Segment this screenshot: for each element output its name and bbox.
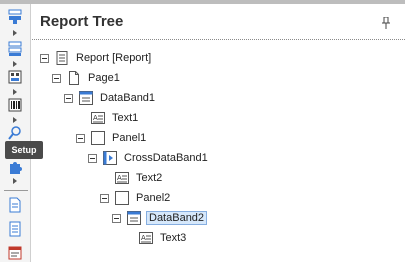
tree-node-databand2[interactable]: DataBand2 — [112, 210, 208, 226]
panel-title: Report Tree — [40, 13, 124, 30]
insert-bands-button[interactable] — [6, 8, 24, 26]
tree-node-label: DataBand2 — [146, 211, 208, 225]
report-checker-button[interactable] — [6, 244, 24, 262]
text-component-icon: A — [91, 112, 105, 124]
crossdataband-icon — [103, 151, 117, 165]
tree-node-label: Text2 — [136, 172, 163, 184]
cross-band-icon — [8, 41, 22, 56]
setup-button[interactable] — [6, 158, 24, 176]
tree-node-label: Panel1 — [112, 132, 147, 144]
collapse-toggle-icon[interactable] — [40, 53, 49, 63]
collapse-toggle-icon[interactable] — [112, 213, 121, 223]
tree-node-panel1[interactable]: Panel1 — [76, 130, 148, 146]
svg-text:A: A — [93, 114, 98, 122]
collapse-toggle-icon[interactable] — [76, 133, 85, 143]
page-icon — [69, 71, 79, 85]
components-icon — [8, 70, 22, 84]
svg-text:A: A — [117, 174, 122, 182]
insert-cross-bands-button[interactable] — [6, 40, 24, 58]
barcode-icon — [8, 98, 22, 112]
report-tree-panel: Report Tree Report [Report] Page1 DataBa… — [32, 4, 405, 262]
zoom-button[interactable] — [6, 124, 24, 142]
report-icon — [56, 51, 68, 65]
list-document-icon — [9, 221, 21, 237]
panel-icon — [91, 131, 105, 145]
dictionary-button[interactable] — [6, 220, 24, 238]
tree-node-label: Page1 — [88, 72, 120, 84]
tree-node-label: Report [Report] — [76, 52, 152, 64]
text-card-icon — [8, 246, 22, 260]
insert-components-button[interactable] — [6, 68, 24, 86]
panel-icon — [115, 191, 129, 205]
title-separator — [32, 39, 405, 40]
collapse-toggle-icon[interactable] — [88, 153, 97, 163]
magnifier-icon — [8, 126, 21, 140]
page-button[interactable] — [6, 196, 24, 214]
tree-node-label: Text3 — [160, 232, 187, 244]
tree-node-text1[interactable]: A Text1 — [91, 110, 140, 126]
expand-arrow-icon[interactable] — [13, 178, 17, 184]
document-icon — [9, 197, 21, 213]
tree-node-page[interactable]: Page1 — [52, 70, 122, 86]
setup-tooltip: Setup — [5, 141, 43, 159]
tree-node-label: Text1 — [112, 112, 139, 124]
tree-node-panel2[interactable]: Panel2 — [100, 190, 172, 206]
tree-node-databand1[interactable]: DataBand1 — [64, 90, 157, 106]
report-tree-window: Setup Report Tree Report [Report] Page1 … — [0, 0, 405, 262]
puzzle-icon — [10, 162, 22, 174]
collapse-toggle-icon[interactable] — [100, 193, 109, 203]
pin-icon[interactable] — [381, 16, 391, 29]
databand-icon — [79, 91, 93, 105]
tree-node-crossdataband1[interactable]: CrossDataBand1 — [88, 150, 210, 166]
tree-node-label: Panel2 — [136, 192, 171, 204]
tree-node-text2[interactable]: A Text2 — [115, 170, 164, 186]
expand-arrow-icon[interactable] — [13, 117, 17, 123]
text-component-icon: A — [115, 172, 129, 184]
insert-band-icon — [8, 9, 22, 24]
toolbar-separator — [4, 190, 28, 191]
tree-node-label: CrossDataBand1 — [124, 152, 208, 164]
databand-icon — [127, 211, 141, 225]
collapse-toggle-icon[interactable] — [52, 73, 61, 83]
expand-arrow-icon[interactable] — [13, 89, 17, 95]
left-toolbar — [0, 4, 31, 262]
text-component-icon: A — [139, 232, 153, 244]
svg-text:A: A — [141, 234, 146, 242]
tree-node-label: DataBand1 — [100, 92, 156, 104]
expand-arrow-icon[interactable] — [13, 30, 17, 36]
insert-barcode-button[interactable] — [6, 96, 24, 114]
expand-arrow-icon[interactable] — [13, 61, 17, 67]
tree-node-report[interactable]: Report [Report] — [40, 50, 153, 66]
collapse-toggle-icon[interactable] — [64, 93, 73, 103]
tree-node-text3[interactable]: A Text3 — [139, 230, 188, 246]
